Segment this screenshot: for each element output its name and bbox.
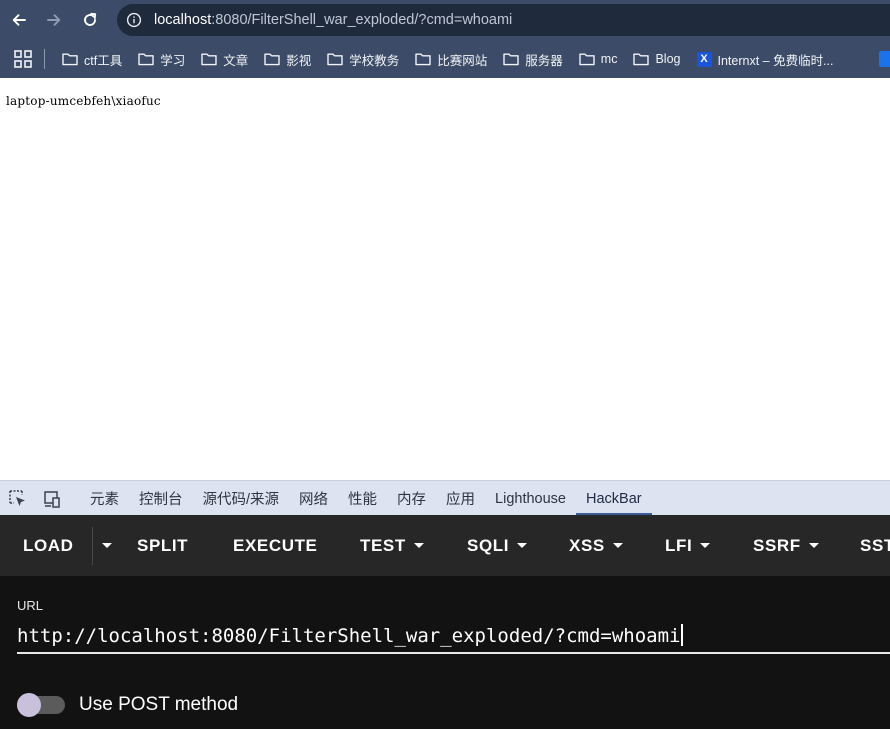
url-input[interactable]: http://localhost:8080/FilterShell_war_ex… [17, 620, 890, 654]
devtools-tab[interactable]: Lighthouse [485, 481, 576, 516]
folder-icon [415, 53, 431, 66]
apps-grid-icon[interactable] [14, 50, 32, 68]
internxt-x-icon: X [696, 51, 712, 67]
device-toolbar-icon[interactable] [42, 489, 62, 509]
bookmark-item[interactable]: Blog [625, 45, 688, 73]
folder-icon [201, 53, 217, 66]
url-input-value: http://localhost:8080/FilterShell_war_ex… [17, 625, 681, 647]
hackbar-button-split[interactable]: SPLIT [137, 515, 188, 576]
devtools-tab[interactable]: 控制台 [129, 481, 193, 516]
text-cursor [681, 624, 683, 646]
bookmark-item[interactable]: mc [571, 45, 626, 73]
bookmark-item[interactable]: 比赛网站 [407, 45, 495, 73]
bookmark-label: 服务器 [525, 53, 563, 68]
inspect-element-icon[interactable] [8, 489, 28, 509]
bookmark-label: 文章 [223, 53, 249, 68]
hackbar-button-label: SQLI [467, 535, 510, 555]
bookmark-item[interactable]: 学校教务 [319, 45, 407, 73]
reload-icon [84, 12, 97, 26]
page-content: laptop-umcebfeh\xiaofuc [0, 78, 890, 480]
arrow-right-icon [47, 14, 61, 26]
hackbar-button-label: SSRF [753, 535, 801, 555]
bookmark-label: Blog [655, 52, 681, 66]
devtools-tab[interactable]: 应用 [436, 481, 485, 516]
devtools-tab[interactable]: 元素 [80, 481, 129, 516]
folder-icon [503, 53, 519, 66]
devtools-tab[interactable]: 性能 [338, 481, 387, 516]
devtools-tab[interactable]: 源代码/来源 [193, 481, 290, 516]
address-bar[interactable]: localhost:8080/FilterShell_war_exploded/… [117, 4, 890, 36]
hackbar-button-label: XSS [569, 535, 605, 555]
folder-icon [633, 53, 650, 66]
bookmark-item[interactable]: 文章 [193, 45, 256, 73]
load-split-divider [92, 527, 93, 565]
devtools-tab-bar: 元素 控制台 源代码/来源 网络 性能 内存 应用 Lighthouse HackBar [0, 480, 890, 516]
bookmark-label: ctf工具 [84, 53, 123, 68]
hackbar-toolbar: LOAD SPLIT EXECUTE TEST SQLI XSS LFI SSRF SST [0, 515, 890, 576]
bookmark-label: 比赛网站 [437, 53, 488, 68]
site-info-button[interactable] [123, 9, 145, 31]
reload-button[interactable] [76, 6, 104, 34]
browser-toolbar: localhost:8080/FilterShell_war_exploded/… [0, 0, 890, 40]
bookmark-label: Internxt – 免费临时... [717, 53, 834, 68]
caret-down-icon [102, 543, 112, 548]
hackbar-button-sst[interactable]: SST [860, 515, 890, 576]
caret-down-icon [517, 543, 528, 548]
post-method-toggle-knob[interactable] [17, 693, 41, 717]
folder-icon [138, 53, 154, 66]
devtools-tabs: 元素 控制台 源代码/来源 网络 性能 内存 应用 Lighthouse HackBar [80, 481, 652, 516]
bookmark-label: 影视 [286, 53, 312, 68]
info-icon [126, 12, 142, 28]
address-bar-url[interactable]: localhost:8080/FilterShell_war_exploded/… [154, 12, 512, 28]
hackbar-button-label: LOAD [23, 535, 74, 555]
hackbar-button-label: SPLIT [137, 535, 189, 555]
hackbar-body: URL http://localhost:8080/FilterShell_wa… [0, 576, 890, 729]
folder-icon [62, 53, 78, 66]
bookmark-item[interactable]: ctf工具 [54, 45, 130, 73]
bookmark-item[interactable]: X Internxt – 免费临时... [689, 45, 842, 73]
hackbar-button-sqli[interactable]: SQLI [467, 515, 528, 576]
bookmarks-bar: ctf工具 学习 文章 影视 学校教务 比赛网站 服务器 mc Blog X Internxt – … [0, 40, 890, 78]
devtools-tab[interactable]: 内存 [387, 481, 436, 516]
arrow-left-icon [12, 14, 26, 26]
hackbar-button-lfi[interactable]: LFI [665, 515, 711, 576]
back-button[interactable] [5, 6, 33, 34]
command-output: laptop-umcebfeh\xiaofuc [6, 94, 161, 108]
hackbar-button-load[interactable]: LOAD [23, 515, 74, 576]
post-method-label: Use POST method [79, 694, 239, 715]
hackbar-button-label: LFI [665, 535, 693, 555]
bookmark-overflow[interactable] [879, 51, 890, 67]
caret-down-icon [700, 543, 711, 548]
bookmark-item[interactable]: 影视 [256, 45, 319, 73]
hackbar-button-execute[interactable]: EXECUTE [233, 515, 318, 576]
hackbar-button-label: SST [860, 535, 890, 555]
folder-icon [579, 53, 595, 66]
folder-icon [327, 53, 343, 66]
forward-button[interactable] [40, 6, 68, 34]
folder-icon [264, 53, 280, 66]
bookmark-label: 学校教务 [349, 53, 400, 68]
hackbar-button-xss[interactable]: XSS [569, 515, 623, 576]
bookmarks-separator [44, 49, 45, 69]
hackbar-button-ssrf[interactable]: SSRF [753, 515, 819, 576]
url-path: :8080/FilterShell_war_exploded/?cmd=whoa… [211, 12, 513, 28]
url-label: URL [17, 598, 44, 613]
hackbar-button-test[interactable]: TEST [360, 515, 424, 576]
bookmark-label: mc [600, 52, 618, 66]
devtools-tab[interactable]: 网络 [289, 481, 338, 516]
caret-down-icon [808, 543, 819, 548]
url-host: localhost [154, 12, 212, 28]
hackbar-button-label: EXECUTE [233, 535, 318, 555]
load-options-dropdown[interactable] [94, 515, 112, 576]
hackbar-button-label: TEST [360, 535, 406, 555]
caret-down-icon [413, 543, 424, 548]
caret-down-icon [612, 543, 623, 548]
bookmark-item[interactable]: 学习 [130, 45, 193, 73]
devtools-tab[interactable]: HackBar [575, 481, 652, 516]
bookmark-list: ctf工具 学习 文章 影视 学校教务 比赛网站 服务器 mc Blog X Internxt – … [54, 40, 842, 78]
bookmark-label: 学习 [160, 53, 186, 68]
bookmark-item[interactable]: 服务器 [495, 45, 571, 73]
